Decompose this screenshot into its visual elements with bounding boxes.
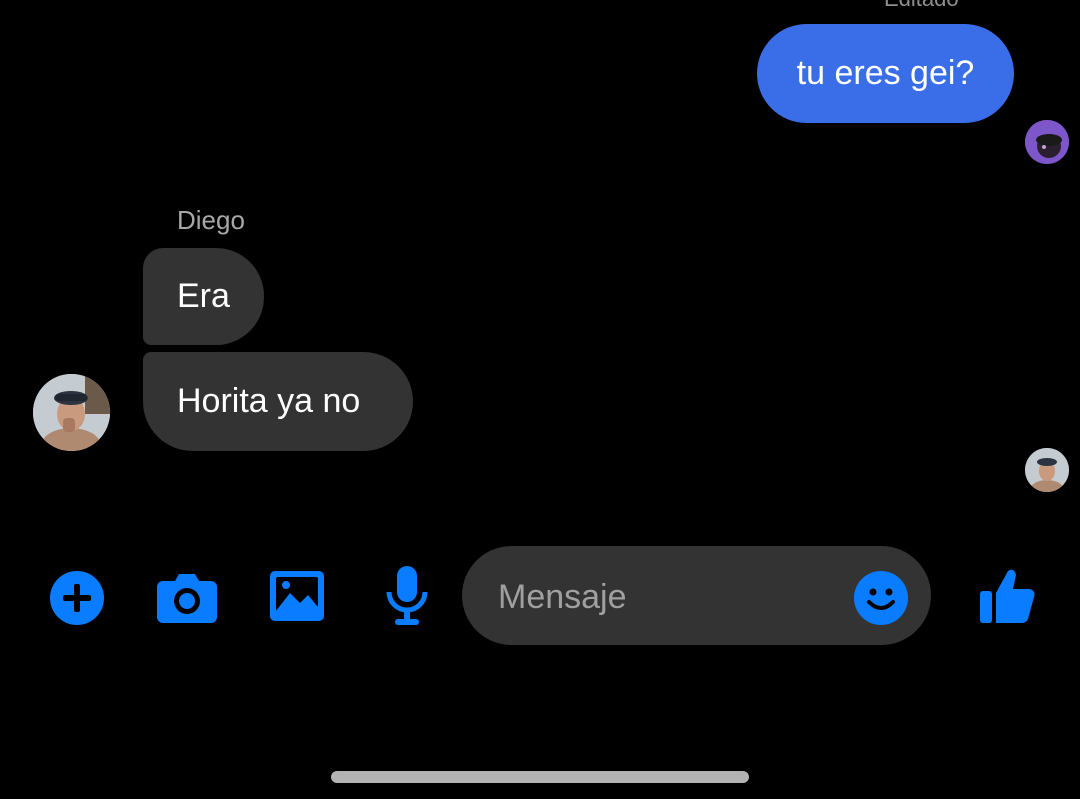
edited-label: Editado [884, 0, 959, 12]
my-avatar-read-receipt [1025, 120, 1069, 164]
incoming-message-bubble[interactable]: Horita ya no [143, 352, 413, 451]
thumbs-up-icon[interactable] [978, 565, 1036, 625]
camera-icon[interactable] [157, 571, 217, 623]
message-text: Horita ya no [177, 382, 361, 420]
seen-by-avatar [1025, 448, 1069, 492]
plus-icon[interactable] [49, 570, 105, 626]
outgoing-message-bubble[interactable]: tu eres gei? [757, 24, 1014, 123]
sender-avatar[interactable] [33, 374, 110, 451]
message-text: Era [177, 277, 230, 315]
message-input-container[interactable] [462, 546, 931, 645]
home-indicator[interactable] [331, 771, 749, 783]
message-input[interactable] [496, 574, 860, 620]
message-text: tu eres gei? [796, 54, 975, 92]
sender-name: Diego [177, 205, 245, 235]
emoji-icon[interactable] [853, 570, 909, 626]
incoming-message-bubble[interactable]: Era [143, 248, 264, 345]
microphone-icon[interactable] [385, 566, 429, 626]
gallery-icon[interactable] [270, 571, 324, 621]
